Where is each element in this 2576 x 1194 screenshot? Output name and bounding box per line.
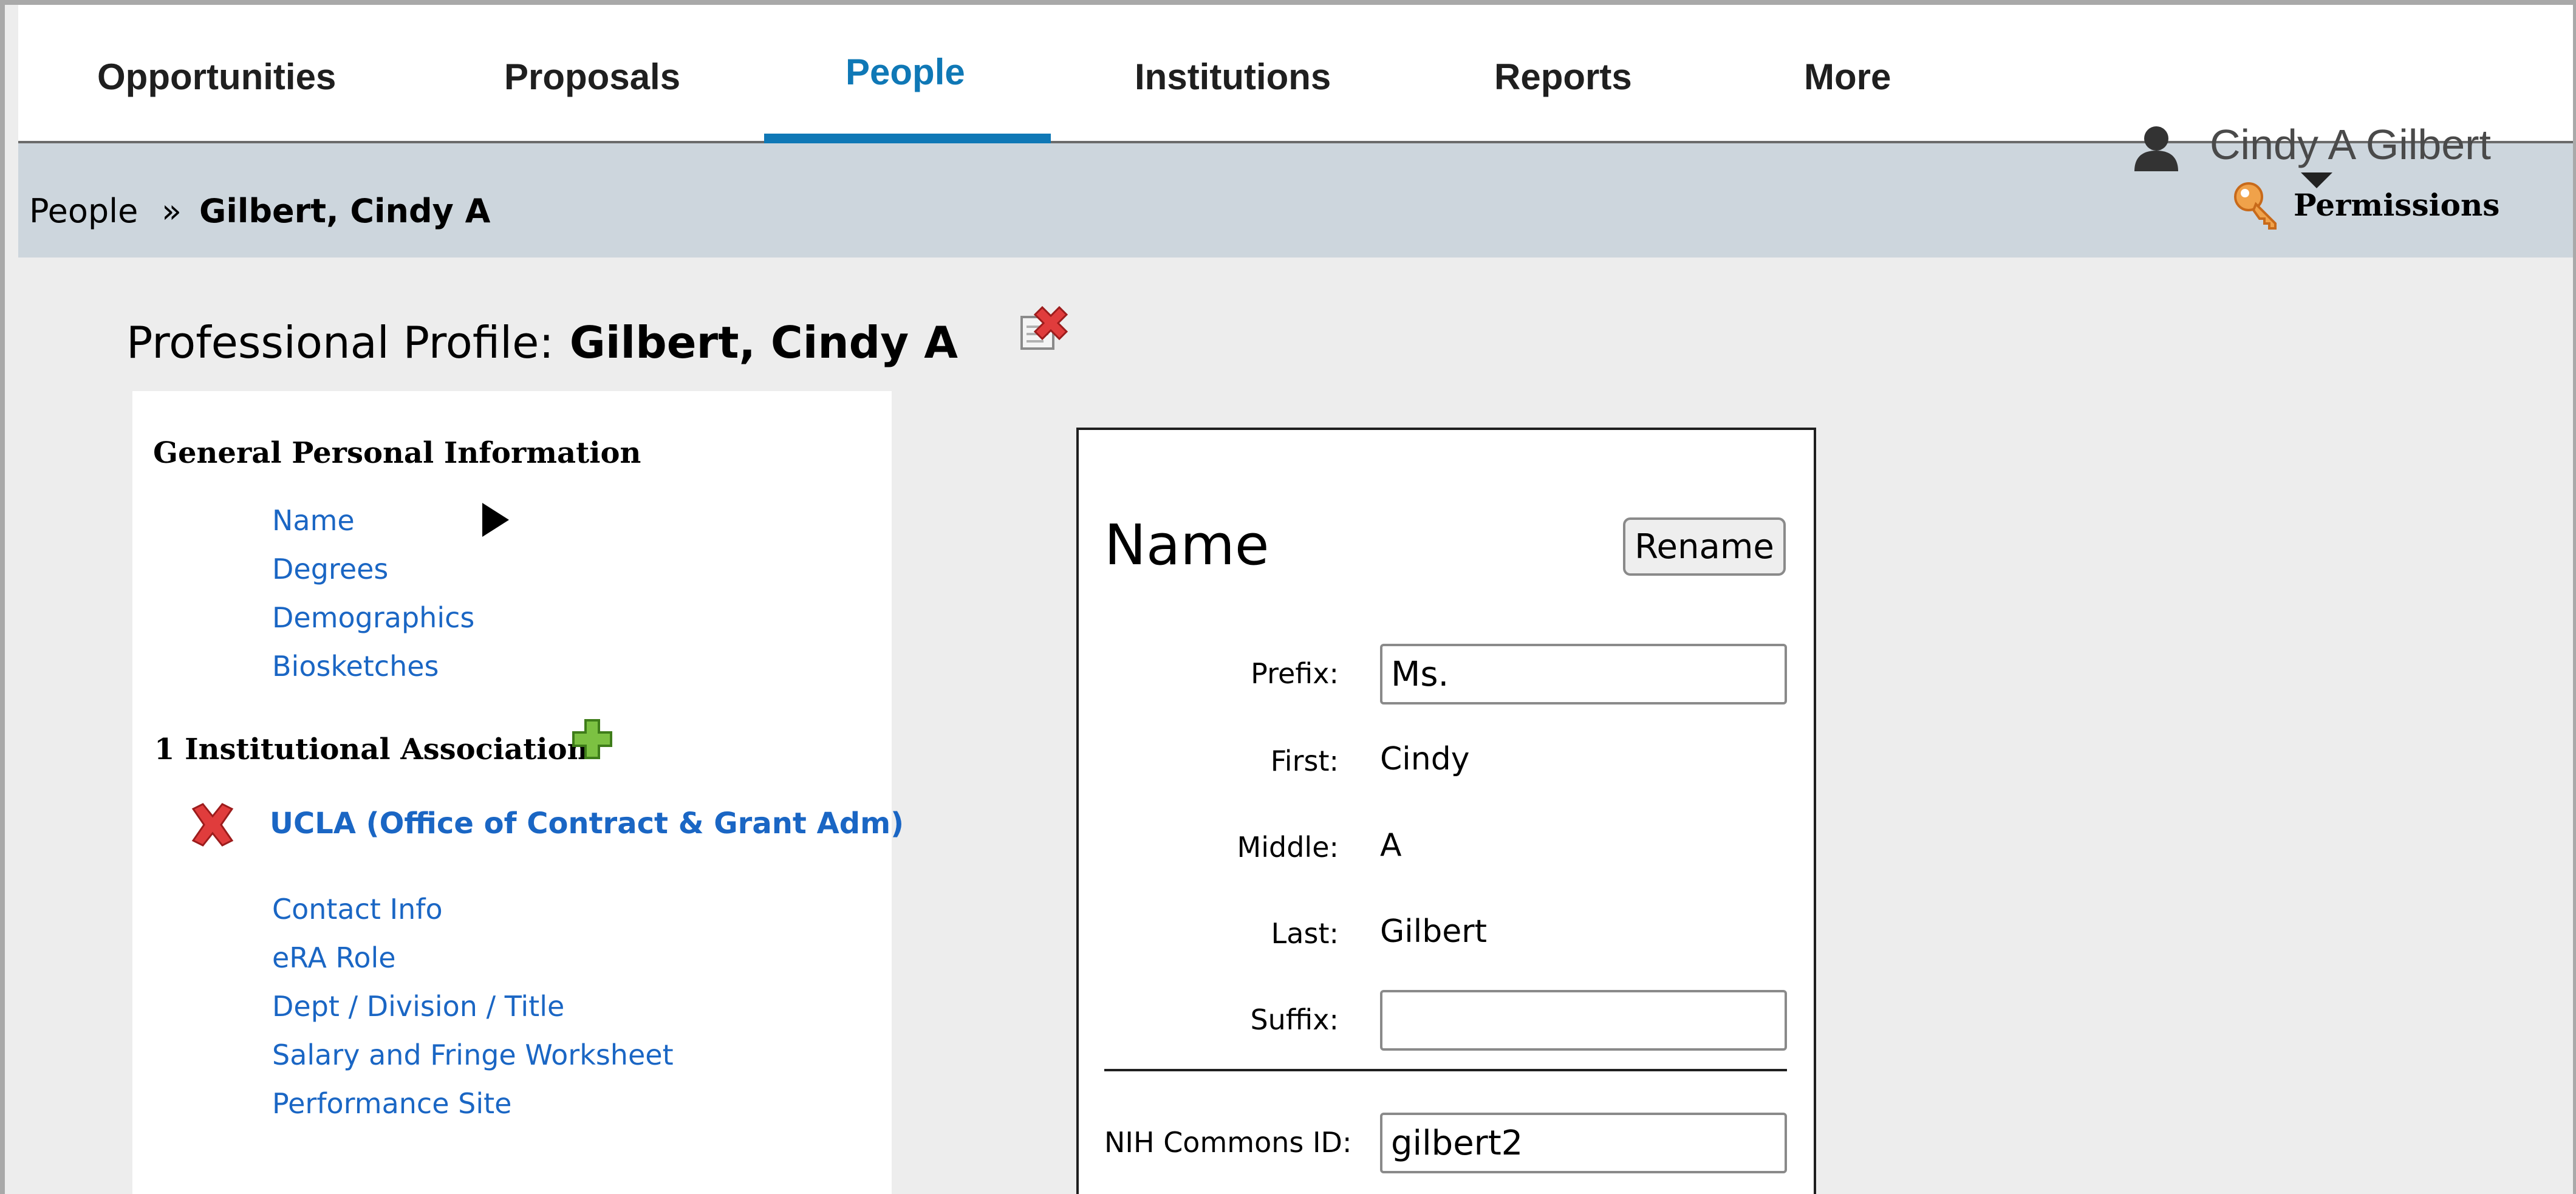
middle-label: Middle: [1237,831,1339,864]
prefix-field[interactable] [1380,644,1787,704]
first-value: Cindy [1380,741,1470,777]
sidebar-item-performance-site[interactable]: Performance Site [272,1087,511,1120]
last-value: Gilbert [1380,913,1487,950]
sidebar-item-era-role[interactable]: eRA Role [272,941,396,974]
prefix-label: Prefix: [1251,657,1339,690]
first-label: First: [1270,745,1339,777]
app-frame: Opportunities Proposals People Instituti… [5,5,2576,1194]
sidebar-panel: General Personal Information Name Degree… [132,391,904,1194]
page-title-prefix: Professional Profile: [126,317,554,368]
sidebar-item-salary-fringe[interactable]: Salary and Fringe Worksheet [272,1039,674,1071]
chevron-down-icon[interactable] [2301,172,2332,188]
page-title-person: Gilbert, Cindy A [569,317,958,368]
nih-commons-id-label: NIH Commons ID: [1104,1126,1352,1159]
middle-value: A [1380,827,1402,864]
institution-link[interactable]: UCLA (Office of Contract & Grant Adm) [270,807,904,841]
breadcrumb-root-link[interactable]: People [29,192,138,230]
suffix-field[interactable] [1380,990,1787,1051]
nih-commons-id-field[interactable] [1380,1113,1787,1173]
name-divider [1104,1069,1787,1071]
top-nav-bar: Opportunities Proposals People Instituti… [18,5,2576,143]
delete-association-icon[interactable] [188,802,237,848]
breadcrumb-separator: » [162,192,182,230]
user-icon [2134,126,2178,171]
tab-institutions[interactable]: Institutions [1135,5,1331,141]
breadcrumb-current: Gilbert, Cindy A [199,192,491,230]
selected-arrow-icon [482,503,509,537]
name-panel: Name Rename Prefix: First: Cindy Middle:… [1076,428,1816,1194]
permissions-label[interactable]: Permissions [2294,187,2499,223]
tab-proposals[interactable]: Proposals [504,5,680,141]
institution-heading: 1 Institutional Association [154,732,589,766]
sidebar-item-degrees[interactable]: Degrees [272,553,388,585]
sidebar-item-biosketches[interactable]: Biosketches [272,650,439,683]
general-info-heading: General Personal Information [153,436,641,470]
last-label: Last: [1271,917,1339,950]
sidebar-item-demographics[interactable]: Demographics [272,601,474,634]
suffix-label: Suffix: [1250,1003,1339,1036]
breadcrumb-bar: People » Gilbert, Cindy A [18,143,2576,258]
page-title: Professional Profile: Gilbert, Cindy A [126,317,958,368]
tab-more[interactable]: More [1804,5,1901,141]
name-panel-heading: Name [1104,513,1269,578]
window-edge [2573,0,2576,1194]
sidebar-item-name[interactable]: Name [272,504,355,537]
key-icon [2234,182,2277,230]
delete-profile-icon[interactable] [1018,302,1073,351]
tab-reports[interactable]: Reports [1494,5,1640,141]
sidebar-item-contact-info[interactable]: Contact Info [272,893,443,926]
add-association-icon[interactable] [572,719,612,759]
sidebar-item-dept-division-title[interactable]: Dept / Division / Title [272,990,564,1023]
tab-people[interactable]: People [764,5,1051,143]
rename-button[interactable]: Rename [1623,517,1786,576]
tab-opportunities[interactable]: Opportunities [97,5,336,141]
user-name[interactable]: Cindy A Gilbert [2210,120,2491,169]
